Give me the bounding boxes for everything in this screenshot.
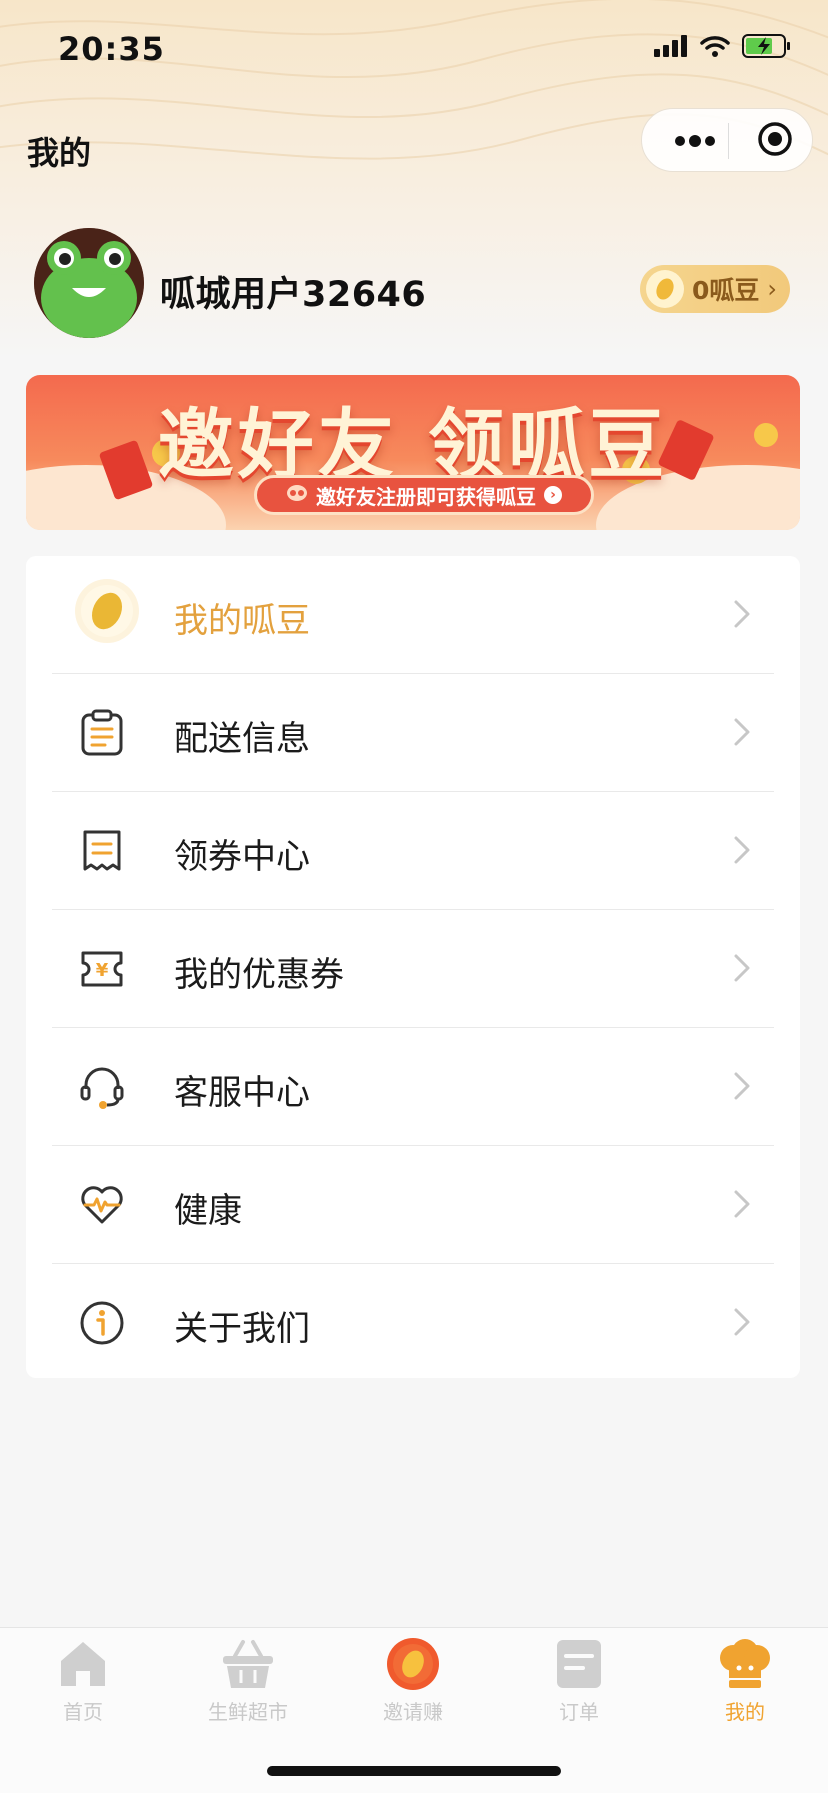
clipboard-icon (76, 707, 128, 759)
receipt-icon (76, 825, 128, 877)
menu-item-coupon-center[interactable]: 领券中心 (52, 792, 774, 910)
menu-item-label: 我的呱豆 (174, 601, 310, 641)
menu-item-health[interactable]: 健康 (52, 1146, 774, 1264)
banner-cta[interactable]: 邀好友注册即可获得呱豆 › (254, 475, 594, 515)
menu-item-my-beans[interactable]: 我的呱豆 (52, 556, 774, 674)
headset-icon (76, 1061, 128, 1113)
menu-item-label: 领券中心 (174, 837, 310, 877)
tab-mine[interactable]: 我的 (675, 1636, 815, 1736)
tab-label: 首页 (63, 1700, 103, 1724)
banner-subtitle: 邀好友注册即可获得呱豆 (316, 484, 536, 509)
tab-home[interactable]: 首页 (13, 1636, 153, 1736)
tab-fresh-market[interactable]: 生鲜超市 (178, 1636, 318, 1736)
menu-item-about-us[interactable]: 关于我们 (52, 1264, 774, 1382)
chevron-right-icon: › (767, 275, 778, 303)
username: 呱城用户32646 (160, 275, 427, 315)
info-icon (76, 1297, 128, 1349)
page-title: 我的 (27, 134, 92, 172)
tab-invite-earn[interactable]: 邀请赚 (343, 1636, 483, 1736)
battery-charging-icon (742, 34, 792, 62)
invite-bean-icon (383, 1636, 443, 1692)
basket-icon (218, 1636, 278, 1692)
chevron-right-icon (730, 1066, 754, 1106)
menu-item-label: 配送信息 (174, 719, 310, 759)
menu-item-label: 我的优惠券 (174, 955, 344, 995)
menu-item-my-coupons[interactable]: ¥ 我的优惠券 (52, 910, 774, 1028)
tab-label: 生鲜超市 (208, 1700, 288, 1724)
heart-pulse-icon (76, 1179, 128, 1231)
status-icons (654, 34, 792, 62)
svg-text:¥: ¥ (96, 960, 109, 981)
bean-icon (74, 578, 140, 644)
mini-program-capsule (641, 108, 813, 172)
menu-item-label: 关于我们 (174, 1309, 310, 1349)
chef-hat-icon (715, 1636, 775, 1692)
chevron-right-icon (730, 1184, 754, 1224)
coupon-icon: ¥ (76, 943, 128, 995)
menu-item-delivery-info[interactable]: 配送信息 (52, 674, 774, 792)
tab-label: 订单 (559, 1700, 599, 1724)
more-options-button[interactable] (664, 121, 726, 161)
tab-label: 邀请赚 (383, 1700, 443, 1724)
chevron-right-icon (730, 712, 754, 752)
chevron-right-icon (730, 830, 754, 870)
chevron-right-icon (730, 1302, 754, 1342)
beans-balance-label: 0呱豆 (692, 276, 760, 305)
status-bar: 20:35 (0, 0, 828, 100)
wifi-icon (700, 35, 730, 61)
chevron-right-icon (730, 594, 754, 634)
home-indicator (267, 1766, 561, 1776)
close-mini-program-button[interactable] (750, 121, 800, 161)
tab-orders[interactable]: 订单 (509, 1636, 649, 1736)
red-packet-icon (286, 483, 308, 507)
arrow-right-circle-icon: › (544, 486, 562, 504)
home-icon (53, 1636, 113, 1692)
status-time: 20:35 (58, 30, 165, 68)
bean-coin-icon (646, 270, 684, 308)
more-dots-icon (674, 132, 716, 151)
frog-avatar-icon (34, 228, 144, 338)
cellular-signal-icon (654, 35, 688, 61)
capsule-divider (728, 123, 729, 159)
invite-banner[interactable]: 邀好友 领呱豆 邀好友注册即可获得呱豆 › (26, 375, 800, 530)
target-circle-icon (757, 121, 793, 161)
tab-label: 我的 (725, 1700, 765, 1724)
order-icon (549, 1636, 609, 1692)
chevron-right-icon (730, 948, 754, 988)
menu-item-customer-service[interactable]: 客服中心 (52, 1028, 774, 1146)
menu-item-label: 客服中心 (174, 1073, 310, 1113)
beans-balance-button[interactable]: 0呱豆 › (640, 265, 790, 313)
avatar[interactable] (34, 228, 144, 338)
menu-item-label: 健康 (174, 1191, 242, 1231)
menu-list: 我的呱豆 配送信息 领券中心 ¥ 我的优惠券 客服中心 健康 关于我们 (26, 556, 800, 1378)
